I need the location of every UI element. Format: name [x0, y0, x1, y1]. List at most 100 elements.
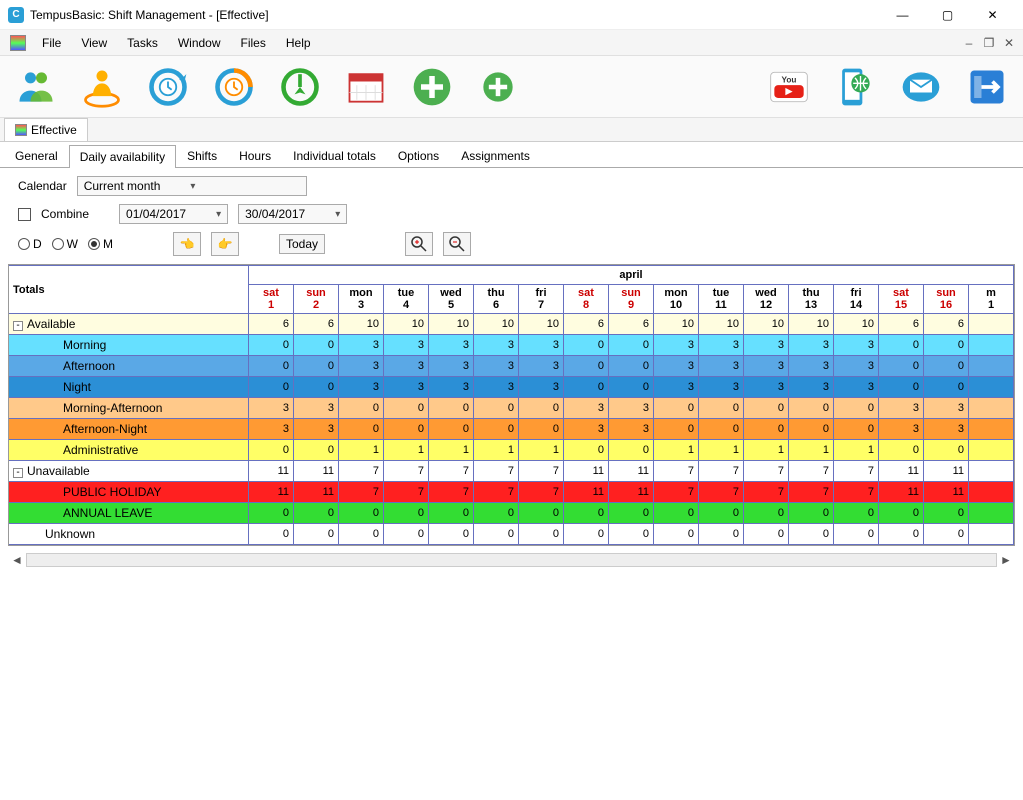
availability-grid[interactable]: Totalsaprilsat1sun2mon3tue4wed5thu6fri7s… — [8, 264, 1015, 546]
mdi-close-icon[interactable]: ✕ — [1001, 35, 1017, 51]
toolbar-clock-cycle-orange-icon[interactable] — [210, 63, 258, 111]
grid-cell — [969, 335, 1014, 356]
grid-cell: 0 — [519, 398, 564, 419]
grid-cell — [969, 524, 1014, 545]
close-button[interactable]: ✕ — [970, 0, 1015, 30]
date-to-picker[interactable]: 30/04/2017 ▾ — [238, 204, 347, 224]
table-row: Afternoon-Night3300000330000033 — [9, 419, 1014, 440]
mdi-restore-icon[interactable]: ❐ — [981, 35, 997, 51]
grid-cell: 7 — [339, 482, 384, 503]
table-row: ANNUAL LEAVE0000000000000000 — [9, 503, 1014, 524]
toolbar-youtube-icon[interactable]: You — [765, 63, 813, 111]
grid-cell: 3 — [294, 398, 339, 419]
table-row: Administrative0011111001111100 — [9, 440, 1014, 461]
grid-cell: 11 — [609, 482, 654, 503]
grid-cell: 3 — [879, 398, 924, 419]
table-row: -Unavailable1111777771111777771111 — [9, 461, 1014, 482]
today-button[interactable]: Today — [279, 234, 325, 254]
tab-hours[interactable]: Hours — [228, 144, 282, 167]
minimize-button[interactable]: — — [880, 0, 925, 30]
grid-cell: 7 — [654, 482, 699, 503]
toolbar-exit-icon[interactable] — [963, 63, 1011, 111]
mdi-minimize-icon[interactable]: – — [961, 35, 977, 51]
toolbar-timer-icon[interactable] — [276, 63, 324, 111]
zoom-out-button[interactable] — [443, 232, 471, 256]
nav-prev-button[interactable]: 👈 — [173, 232, 201, 256]
doc-tab-effective[interactable]: Effective — [4, 118, 88, 141]
grid-cell: 0 — [924, 356, 969, 377]
day-header: mon3 — [339, 285, 384, 314]
grid-cell: 0 — [744, 503, 789, 524]
grid-cell: 3 — [564, 419, 609, 440]
grid-cell: 0 — [339, 398, 384, 419]
grid-cell: 6 — [879, 314, 924, 335]
tree-toggle-icon[interactable]: - — [13, 321, 23, 331]
grid-cell: 3 — [474, 335, 519, 356]
tab-daily-availability[interactable]: Daily availability — [69, 145, 176, 168]
toolbar-clock-cycle-icon[interactable] — [144, 63, 192, 111]
radio-week[interactable]: W — [52, 237, 78, 251]
maximize-button[interactable]: ▢ — [925, 0, 970, 30]
date-from-picker[interactable]: 01/04/2017 ▾ — [119, 204, 228, 224]
grid-cell: 0 — [339, 524, 384, 545]
toolbar-calendar-icon[interactable] — [342, 63, 390, 111]
row-label: PUBLIC HOLIDAY — [9, 482, 249, 503]
tab-shifts[interactable]: Shifts — [176, 144, 228, 167]
grid-cell: 0 — [339, 503, 384, 524]
grid-cell: 10 — [654, 314, 699, 335]
menu-window[interactable]: Window — [168, 32, 231, 54]
toolbar-mobile-web-icon[interactable] — [831, 63, 879, 111]
toolbar-add-small-icon[interactable] — [474, 63, 522, 111]
table-row: Night0033333003333300 — [9, 377, 1014, 398]
grid-cell: 3 — [654, 356, 699, 377]
menu-view[interactable]: View — [71, 32, 117, 54]
scroll-left-icon[interactable]: ◄ — [8, 553, 26, 567]
tab-assignments[interactable]: Assignments — [450, 144, 541, 167]
menu-files[interactable]: Files — [231, 32, 276, 54]
horizontal-scrollbar[interactable]: ◄ ► — [0, 550, 1023, 570]
menu-tasks[interactable]: Tasks — [117, 32, 168, 54]
calendar-select[interactable]: Current month ▾ — [77, 176, 307, 196]
scroll-track[interactable] — [26, 553, 997, 567]
toolbar-users-icon[interactable] — [12, 63, 60, 111]
tree-toggle-icon[interactable]: - — [13, 468, 23, 478]
toolbar-add-icon[interactable] — [408, 63, 456, 111]
grid-cell: 1 — [384, 440, 429, 461]
grid-cell: 0 — [384, 419, 429, 440]
grid-cell: 0 — [564, 524, 609, 545]
day-header: sat1 — [249, 285, 294, 314]
grid-cell: 3 — [609, 419, 654, 440]
menu-help[interactable]: Help — [276, 32, 321, 54]
radio-day[interactable]: D — [18, 237, 42, 251]
combine-checkbox[interactable] — [18, 208, 31, 221]
grid-cell: 3 — [294, 419, 339, 440]
grid-cell: 1 — [699, 440, 744, 461]
grid-cell: 3 — [744, 377, 789, 398]
grid-cell: 0 — [654, 524, 699, 545]
scroll-right-icon[interactable]: ► — [997, 553, 1015, 567]
tab-options[interactable]: Options — [387, 144, 450, 167]
grid-cell: 10 — [474, 314, 519, 335]
radio-month[interactable]: M — [88, 237, 113, 251]
menu-file[interactable]: File — [32, 32, 71, 54]
grid-cell: 0 — [699, 398, 744, 419]
grid-cell — [969, 440, 1014, 461]
titlebar: C TempusBasic: Shift Management - [Effec… — [0, 0, 1023, 30]
grid-cell: 0 — [519, 503, 564, 524]
grid-cell: 0 — [294, 377, 339, 398]
grid-cell: 6 — [564, 314, 609, 335]
toolbar-mail-icon[interactable] — [897, 63, 945, 111]
grid-cell: 0 — [474, 503, 519, 524]
tab-individual-totals[interactable]: Individual totals — [282, 144, 387, 167]
nav-next-button[interactable]: 👉 — [211, 232, 239, 256]
tab-general[interactable]: General — [4, 144, 69, 167]
grid-cell: 7 — [834, 461, 879, 482]
zoom-in-button[interactable] — [405, 232, 433, 256]
grid-cell: 6 — [609, 314, 654, 335]
grid-cell: 3 — [474, 377, 519, 398]
grid-cell: 10 — [699, 314, 744, 335]
grid-cell: 0 — [429, 524, 474, 545]
toolbar-user-ring-icon[interactable] — [78, 63, 126, 111]
grid-cell: 11 — [879, 461, 924, 482]
day-header: mon10 — [654, 285, 699, 314]
